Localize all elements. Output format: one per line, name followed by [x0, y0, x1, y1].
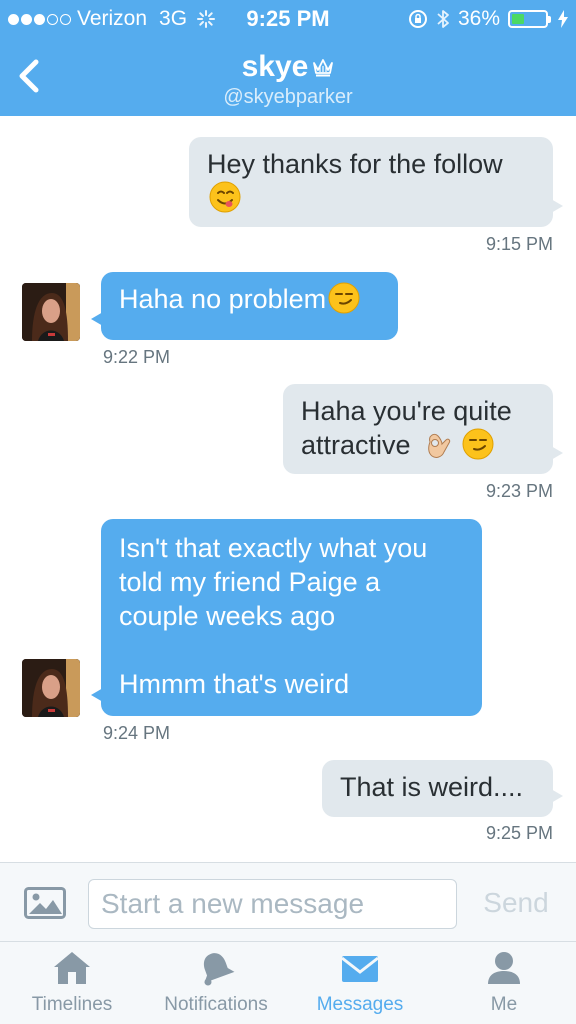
battery-percent: 36% [457, 7, 500, 30]
tab-label: Notifications [164, 994, 268, 1015]
message-text-line: Hmmm that's weird [119, 669, 350, 699]
message-composer: Send [0, 862, 576, 942]
charging-bolt-icon [558, 10, 568, 28]
outgoing-message[interactable]: Haha you're quite attractive [283, 384, 563, 474]
message-text-line: attractive [301, 430, 411, 460]
contact-name-row: skye [242, 50, 335, 84]
avatar[interactable] [22, 659, 80, 717]
tab-bar: Timelines Notifications Messages Me [0, 942, 576, 1024]
smirk-face-emoji-icon [462, 428, 494, 460]
add-photo-button[interactable] [24, 887, 66, 919]
outgoing-message[interactable]: That is weird.... [322, 760, 563, 817]
message-text-line: Isn't that exactly what you [119, 533, 428, 563]
status-right: 36% [408, 7, 568, 31]
outgoing-message[interactable]: Hey thanks for the follow [189, 137, 563, 227]
battery-icon [508, 10, 551, 28]
message-timestamp: 9:24 PM [103, 723, 171, 743]
yum-face-emoji-icon [209, 181, 241, 213]
ok-hand-emoji-icon [428, 433, 451, 458]
tab-label: Messages [316, 994, 404, 1015]
message-timestamp: 9:23 PM [485, 481, 553, 501]
message-input[interactable] [88, 879, 457, 929]
crown-icon [313, 59, 334, 77]
tab-label: Timelines [31, 994, 113, 1015]
message-timestamp: 9:22 PM [103, 347, 171, 367]
message-timestamp: 9:25 PM [485, 823, 553, 843]
header-bar: Verizon 3G 9:25 PM 36% skye @skyebparker [0, 0, 576, 116]
avatar[interactable] [22, 283, 80, 341]
incoming-message[interactable]: Isn't that exactly what you told my frie… [91, 519, 482, 716]
tab-messages[interactable]: Messages [288, 942, 432, 1024]
message-text: Haha no problem [119, 284, 327, 314]
message-text-line: Haha you're quite [301, 396, 512, 426]
message-text: Hey thanks for the follow [207, 149, 503, 179]
message-thread[interactable]: Hey thanks for the follow 9:15 PM Haha n… [0, 116, 576, 862]
bell-icon [203, 953, 235, 986]
conversation-title: skye @skyebparker [0, 50, 576, 109]
tab-timelines[interactable]: Timelines [0, 942, 144, 1024]
contact-name: skye [241, 50, 309, 83]
message-text-line: told my friend Paige a [119, 567, 381, 597]
contact-handle: @skyebparker [223, 86, 353, 108]
incoming-message[interactable]: Haha no problem [91, 272, 398, 340]
profile-photo-icon [22, 283, 80, 341]
status-bar: Verizon 3G 9:25 PM 36% [0, 0, 576, 38]
message-text-line: couple weeks ago [119, 601, 336, 631]
profile-photo-icon [22, 659, 80, 717]
message-text: That is weird.... [340, 772, 524, 802]
bluetooth-icon [437, 10, 449, 28]
image-icon [24, 887, 66, 919]
tab-me[interactable]: Me [432, 942, 576, 1024]
person-icon [488, 952, 520, 984]
home-icon [54, 952, 90, 984]
message-text-line [119, 633, 464, 667]
envelope-icon [341, 956, 379, 982]
send-button[interactable]: Send [468, 887, 564, 923]
rotation-lock-icon [408, 10, 427, 28]
tab-label: Me [490, 994, 518, 1015]
tab-notifications[interactable]: Notifications [144, 942, 288, 1024]
dm-conversation-screen: Verizon 3G 9:25 PM 36% skye @skyebparker… [0, 0, 576, 1024]
message-timestamp: 9:15 PM [485, 234, 553, 254]
smirk-face-emoji-icon [328, 282, 360, 314]
